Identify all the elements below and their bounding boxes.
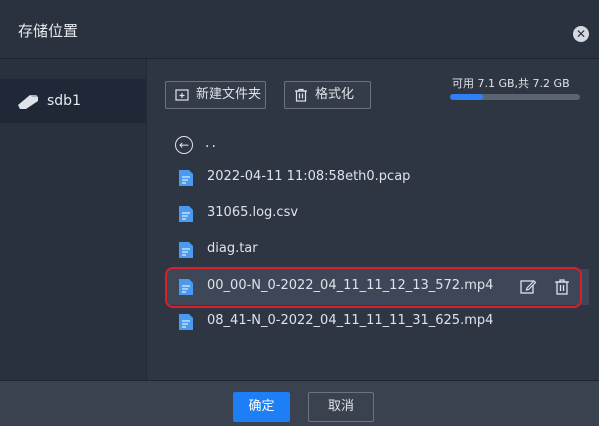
- storage-usage-fill: [450, 94, 483, 100]
- file-icon: [179, 170, 193, 186]
- drive-label: sdb1: [47, 93, 81, 109]
- new-folder-button[interactable]: 新建文件夹: [165, 81, 266, 109]
- file-name: 08_41-N_0-2022_04_11_11_11_31_625.mp4: [207, 313, 494, 328]
- usb-drive-icon: [18, 95, 38, 109]
- dialog-title: 存储位置: [18, 22, 79, 40]
- file-icon: [179, 242, 193, 258]
- format-label: 格式化: [315, 87, 355, 102]
- sidebar-item-sdb1[interactable]: sdb1: [0, 79, 146, 123]
- format-button[interactable]: 格式化: [284, 81, 371, 109]
- storage-usage-bar: [450, 94, 580, 100]
- back-arrow-icon: ←: [175, 136, 193, 154]
- storage-info: 可用 7.1 GB,共 7.2 GB: [452, 77, 570, 90]
- parent-directory-label: ..: [205, 135, 218, 151]
- file-row[interactable]: diag.tar: [167, 232, 589, 268]
- add-folder-icon: [175, 89, 189, 101]
- sidebar: sdb1: [0, 59, 147, 380]
- trash-icon: [295, 88, 307, 102]
- file-browser: 新建文件夹 格式化 可用 7.1 GB,共 7.2 GB ← .. 2022-0…: [147, 59, 599, 380]
- selection-highlight-annotation: [165, 267, 582, 308]
- dialog-footer: 确定 取消: [0, 380, 599, 426]
- file-icon: [179, 206, 193, 222]
- parent-directory-row[interactable]: ← ..: [175, 135, 475, 155]
- file-name: 31065.log.csv: [207, 205, 299, 220]
- file-row[interactable]: 08_41-N_0-2022_04_11_11_11_31_625.mp4: [167, 304, 589, 340]
- close-icon[interactable]: ✕: [573, 26, 589, 42]
- cancel-button[interactable]: 取消: [308, 392, 374, 422]
- storage-location-dialog: 存储位置 ✕ sdb1 新建文件夹 格式化 可用 7.1 GB,共 7.2 GB…: [0, 0, 599, 426]
- file-row[interactable]: 31065.log.csv: [167, 196, 589, 232]
- confirm-button[interactable]: 确定: [233, 392, 290, 422]
- file-icon: [179, 314, 193, 330]
- new-folder-label: 新建文件夹: [196, 87, 262, 102]
- dialog-title-bar: 存储位置 ✕: [0, 0, 599, 59]
- file-row[interactable]: 2022-04-11 11:08:58eth0.pcap: [167, 160, 589, 196]
- file-name: 2022-04-11 11:08:58eth0.pcap: [207, 169, 411, 184]
- file-name: diag.tar: [207, 241, 258, 256]
